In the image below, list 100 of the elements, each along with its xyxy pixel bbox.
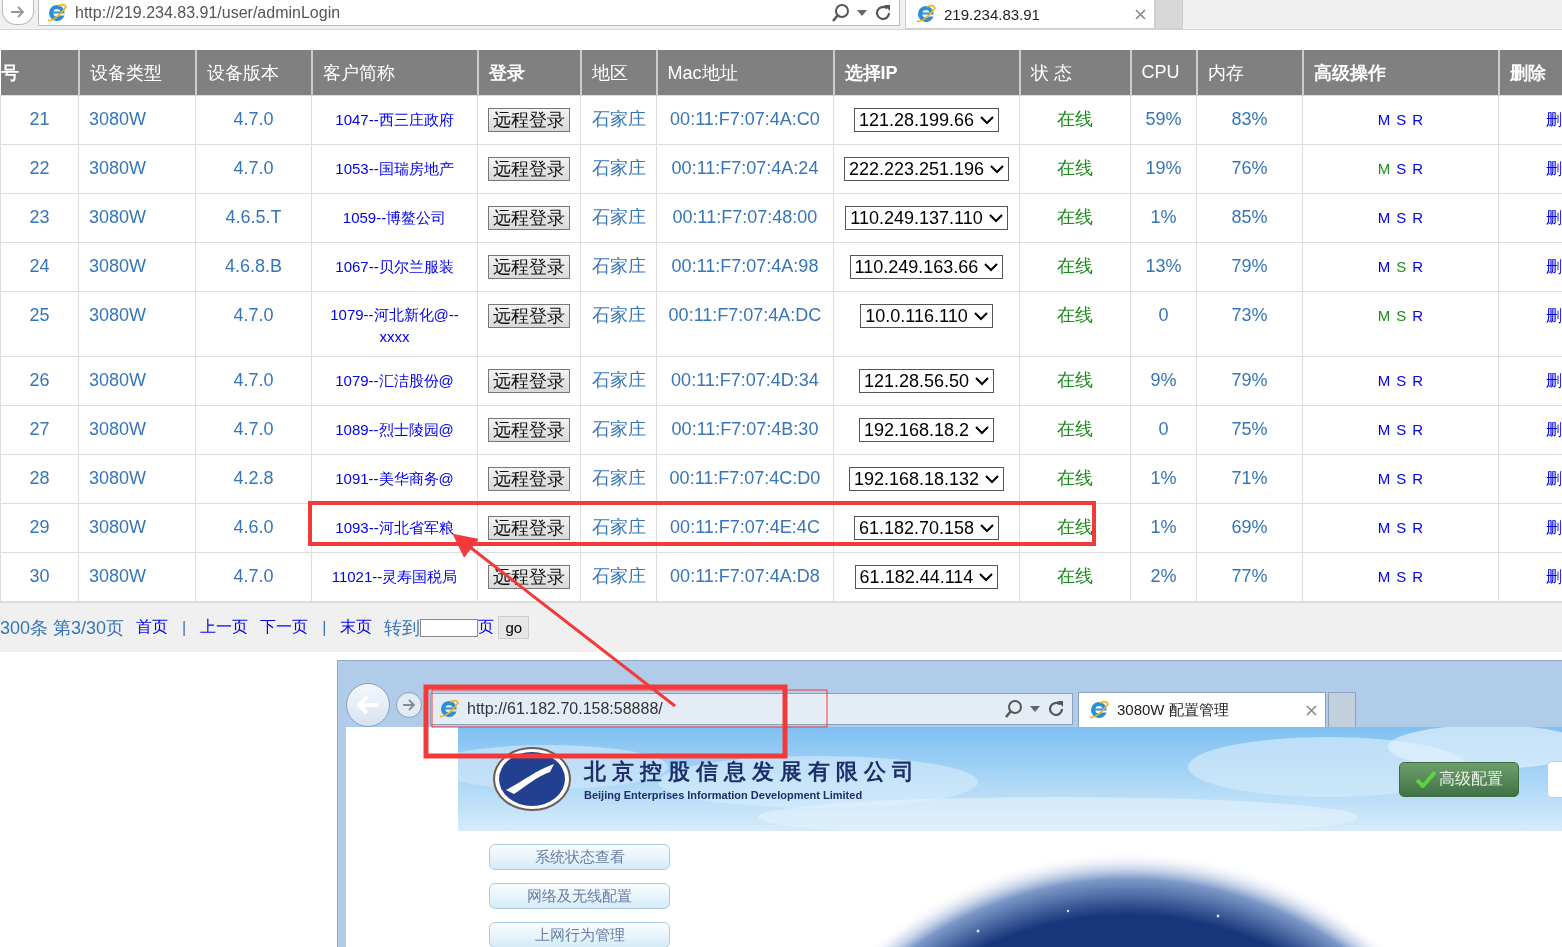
action-link[interactable]: S bbox=[1396, 419, 1407, 441]
action-link[interactable]: S bbox=[1396, 468, 1407, 490]
delete-link[interactable]: 删 bbox=[1546, 109, 1562, 131]
delete-link[interactable]: 删 bbox=[1546, 468, 1562, 490]
caret-icon[interactable] bbox=[857, 9, 867, 16]
delete-link[interactable]: 删 bbox=[1546, 305, 1562, 327]
menu-button[interactable]: 网络及无线配置 bbox=[489, 883, 670, 909]
goto-label: 转到 bbox=[384, 616, 421, 640]
remote-login-button[interactable]: 远程登录 bbox=[488, 157, 570, 181]
action-link[interactable]: M bbox=[1377, 517, 1391, 539]
back-button[interactable] bbox=[346, 683, 390, 727]
forward-button[interactable] bbox=[2, 0, 34, 25]
page-link[interactable]: 末页 bbox=[340, 617, 373, 638]
delete-link[interactable]: 删 bbox=[1546, 158, 1562, 180]
page-link[interactable]: 首页 bbox=[136, 617, 169, 638]
column-header: 设备版本 bbox=[195, 50, 312, 96]
ip-select[interactable]: 121.28.199.66 bbox=[853, 108, 1000, 132]
table-cell: 00:11:F7:07:4A:D8 bbox=[656, 552, 834, 602]
action-link[interactable]: S bbox=[1396, 256, 1407, 278]
delete-link[interactable]: 删 bbox=[1546, 566, 1562, 588]
action-link[interactable]: R bbox=[1412, 419, 1424, 441]
table-cell: 石家庄 bbox=[580, 95, 657, 145]
action-link[interactable]: M bbox=[1377, 370, 1391, 392]
action-link[interactable]: S bbox=[1396, 517, 1407, 539]
action-link[interactable]: R bbox=[1412, 468, 1424, 490]
action-link[interactable]: M bbox=[1377, 566, 1391, 588]
menu-button[interactable]: 系统状态查看 bbox=[489, 844, 670, 870]
action-link[interactable]: R bbox=[1412, 207, 1424, 229]
remote-login-button[interactable]: 远程登录 bbox=[488, 206, 570, 230]
delete-link[interactable]: 删 bbox=[1546, 419, 1562, 441]
action-link[interactable]: M bbox=[1377, 207, 1391, 229]
action-link[interactable]: M bbox=[1377, 158, 1391, 180]
browser-tab[interactable]: 219.234.83.91 bbox=[905, 0, 1155, 29]
action-link[interactable]: R bbox=[1412, 109, 1424, 131]
table-cell: 3080W bbox=[78, 454, 196, 504]
ip-select[interactable]: 110.249.137.110 bbox=[845, 206, 1008, 230]
remote-login-button[interactable]: 远程登录 bbox=[488, 304, 570, 328]
table-cell: 29 bbox=[0, 503, 79, 553]
table-cell: 75% bbox=[1196, 405, 1303, 455]
ip-select[interactable]: 110.249.163.66 bbox=[849, 255, 1004, 279]
table-cell: 59% bbox=[1130, 95, 1197, 145]
remote-login-button[interactable]: 远程登录 bbox=[488, 369, 570, 393]
refresh-icon[interactable] bbox=[1046, 699, 1066, 719]
remote-login-button[interactable]: 远程登录 bbox=[488, 255, 570, 279]
page-link[interactable]: 上一页 bbox=[200, 617, 249, 638]
table-cell: 30 bbox=[0, 552, 79, 602]
caret-icon bbox=[980, 523, 995, 533]
action-link[interactable]: R bbox=[1412, 305, 1424, 327]
action-link[interactable]: S bbox=[1396, 109, 1407, 131]
ip-select[interactable]: 192.168.18.132 bbox=[848, 467, 1005, 491]
close-icon[interactable] bbox=[1306, 704, 1317, 716]
action-link[interactable]: S bbox=[1396, 566, 1407, 588]
action-link[interactable]: R bbox=[1412, 517, 1424, 539]
close-icon[interactable] bbox=[1135, 8, 1146, 20]
action-link[interactable]: M bbox=[1377, 109, 1391, 131]
action-link[interactable]: R bbox=[1412, 256, 1424, 278]
action-link[interactable]: M bbox=[1377, 305, 1391, 327]
remote-login-button[interactable]: 远程登录 bbox=[488, 418, 570, 442]
remote-login-button[interactable]: 远程登录 bbox=[488, 467, 570, 491]
address-bar[interactable]: http://61.182.70.158:58888/ bbox=[430, 693, 1073, 725]
action-link[interactable]: S bbox=[1396, 158, 1407, 180]
menu-button[interactable]: 上网行为管理 bbox=[489, 922, 670, 947]
table-cell: 3080W bbox=[78, 144, 196, 194]
delete-link[interactable]: 删 bbox=[1546, 207, 1562, 229]
caret-icon bbox=[988, 213, 1003, 223]
table-cell: 1% bbox=[1130, 193, 1197, 243]
go-button[interactable]: go bbox=[498, 616, 530, 639]
ip-select[interactable]: 61.182.44.114 bbox=[854, 565, 999, 589]
caret-icon[interactable] bbox=[1030, 706, 1040, 712]
table-cell: 3080W bbox=[78, 503, 196, 553]
ip-select[interactable]: 192.168.18.2 bbox=[858, 418, 995, 442]
action-link[interactable]: M bbox=[1377, 468, 1391, 490]
column-header: 选择IP bbox=[833, 50, 1020, 96]
action-link[interactable]: S bbox=[1396, 305, 1407, 327]
ip-select[interactable]: 61.182.70.158 bbox=[853, 516, 1000, 540]
ip-select[interactable]: 121.28.56.50 bbox=[858, 369, 995, 393]
ip-select[interactable]: 10.0.116.110 bbox=[860, 304, 993, 328]
search-icon[interactable] bbox=[831, 2, 851, 23]
action-link[interactable]: R bbox=[1412, 370, 1424, 392]
action-link[interactable]: S bbox=[1396, 370, 1407, 392]
action-link[interactable]: M bbox=[1377, 256, 1391, 278]
action-link[interactable]: R bbox=[1412, 158, 1424, 180]
forward-button[interactable] bbox=[396, 692, 422, 718]
browser-tab[interactable]: 3080W 配置管理 bbox=[1078, 692, 1326, 727]
action-link[interactable]: R bbox=[1412, 566, 1424, 588]
address-bar[interactable]: http://219.234.83.91/user/adminLogin bbox=[38, 0, 900, 26]
remote-login-button[interactable]: 远程登录 bbox=[488, 108, 570, 132]
delete-link[interactable]: 删 bbox=[1546, 370, 1562, 392]
page-link[interactable]: 下一页 bbox=[260, 617, 309, 638]
delete-link[interactable]: 删 bbox=[1546, 256, 1562, 278]
action-link[interactable]: S bbox=[1396, 207, 1407, 229]
search-icon[interactable] bbox=[1004, 699, 1024, 719]
caret-icon bbox=[980, 115, 995, 125]
delete-link[interactable]: 删 bbox=[1546, 517, 1562, 539]
remote-login-button[interactable]: 远程登录 bbox=[488, 516, 570, 540]
refresh-icon[interactable] bbox=[873, 2, 893, 23]
ip-select[interactable]: 222.223.251.196 bbox=[844, 157, 1010, 181]
action-link[interactable]: M bbox=[1377, 419, 1391, 441]
page-input[interactable] bbox=[420, 618, 479, 637]
table-cell: 76% bbox=[1196, 144, 1303, 194]
